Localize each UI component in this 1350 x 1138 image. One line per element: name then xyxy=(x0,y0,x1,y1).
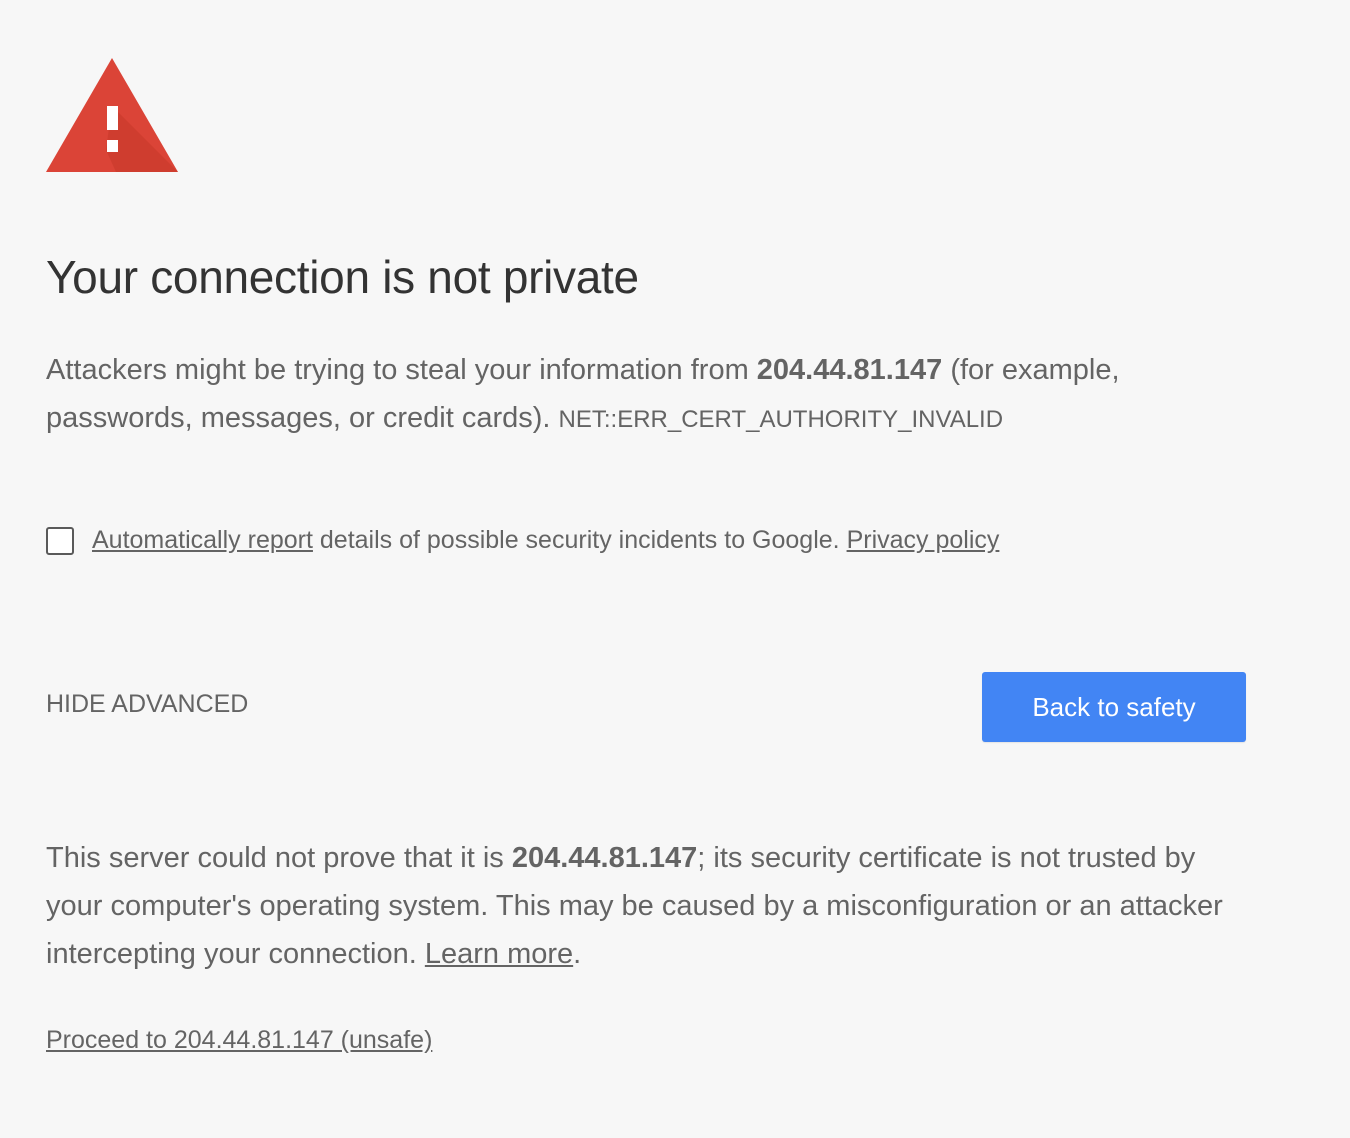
explanation-text-before: Attackers might be trying to steal your … xyxy=(46,354,757,386)
safe-browsing-report-row: Automatically report details of possible… xyxy=(46,526,999,555)
privacy-policy-link[interactable]: Privacy policy xyxy=(847,526,1000,554)
report-checkbox[interactable] xyxy=(46,526,74,555)
hide-advanced-button[interactable]: HIDE ADVANCED xyxy=(46,690,248,719)
report-description: details of possible security incidents t… xyxy=(312,526,847,554)
warning-triangle-icon xyxy=(46,58,178,172)
details-host: 204.44.81.147 xyxy=(511,842,698,874)
proceed-unsafe-link[interactable]: Proceed to 204.44.81.147 (unsafe) xyxy=(46,1026,432,1055)
automatically-report-link[interactable]: Automatically report xyxy=(92,526,313,554)
page-title: Your connection is not private xyxy=(46,251,639,303)
error-code: NET::ERR_CERT_AUTHORITY_INVALID xyxy=(558,406,1004,433)
learn-more-link[interactable]: Learn more xyxy=(425,938,573,970)
details-text-before: This server could not prove that it is xyxy=(46,842,512,874)
details-explanation: This server could not prove that it is 2… xyxy=(46,834,1236,978)
report-text: Automatically report details of possible… xyxy=(92,526,999,555)
main-explanation: Attackers might be trying to steal your … xyxy=(46,346,1206,444)
back-to-safety-button[interactable]: Back to safety xyxy=(982,672,1246,742)
details-end: . xyxy=(573,938,582,970)
explanation-host: 204.44.81.147 xyxy=(756,354,943,386)
